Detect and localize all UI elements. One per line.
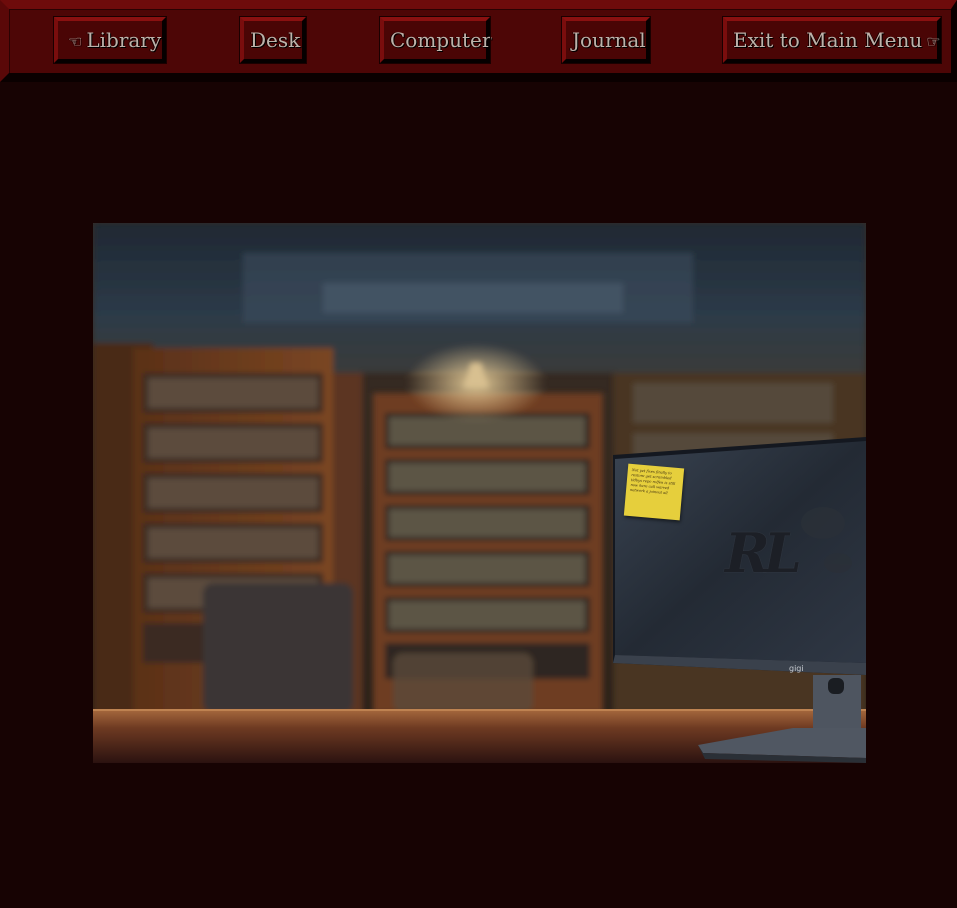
desk-button[interactable]: Desk (239, 16, 307, 64)
exit-to-main-menu-button[interactable]: Exit to Main Menu ☞ (722, 16, 942, 64)
computer-button[interactable]: Computer (379, 16, 492, 64)
desk-button-label: Desk (250, 28, 301, 52)
game-screen: ☜ Library Desk Computer Journal Exit to M… (0, 0, 957, 908)
journal-button[interactable]: Journal (561, 16, 651, 64)
journal-button-label: Journal (572, 28, 646, 52)
computer-button-label: Computer (390, 28, 492, 52)
library-button-label: Library (86, 28, 162, 52)
library-desk-scene[interactable]: Not yet fixes finally to restore get scr… (93, 223, 866, 763)
exit-button-label: Exit to Main Menu (733, 28, 923, 52)
top-nav-bar: ☜ Library Desk Computer Journal Exit to M… (0, 0, 957, 82)
pointing-right-hand-icon: ☞ (926, 32, 941, 51)
sticky-note[interactable]: Not yet fixes finally to restore get scr… (623, 463, 685, 521)
pointing-left-hand-icon: ☜ (68, 32, 83, 51)
scene-illustration (93, 223, 866, 763)
rl-logo: RL (725, 521, 802, 585)
monitor-brand-label: gigi (789, 664, 804, 673)
library-button[interactable]: ☜ Library (53, 16, 167, 64)
